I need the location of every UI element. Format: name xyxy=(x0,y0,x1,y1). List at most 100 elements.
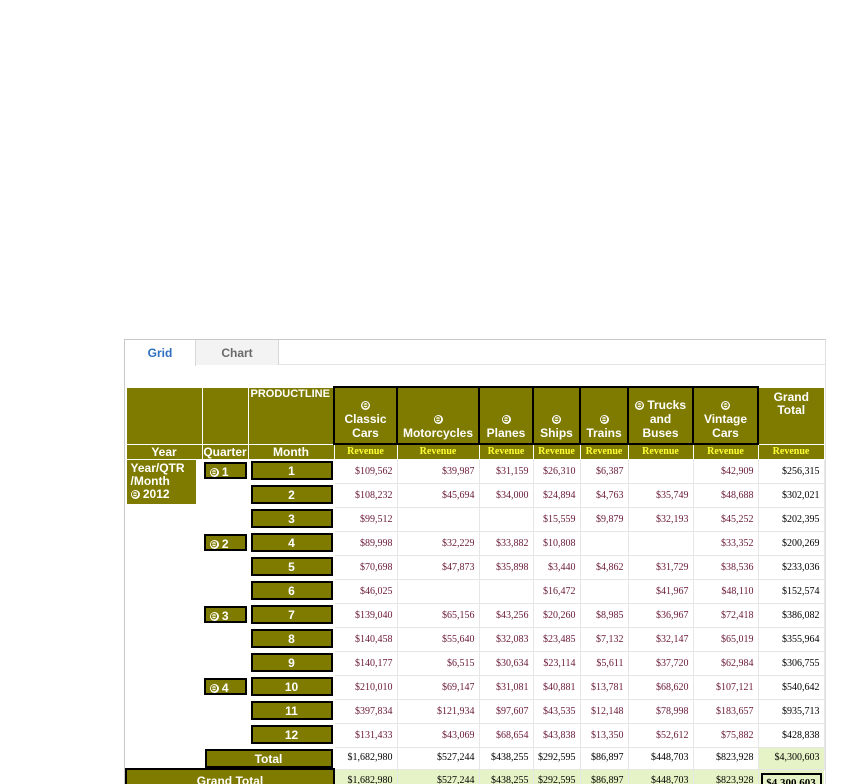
revenue-cell: $8,985 xyxy=(579,603,629,628)
row-grand-total-cell: $386,082 xyxy=(757,603,825,628)
month-cell: 1 xyxy=(247,459,335,484)
productline-column-header[interactable]: ⊖ Ships xyxy=(532,386,581,445)
revenue-cell: $121,934 xyxy=(396,699,480,724)
revenue-cell: $10,808 xyxy=(532,531,581,556)
revenue-cell: $38,536 xyxy=(692,555,759,580)
month-header[interactable]: 6 xyxy=(250,581,333,600)
collapse-icon[interactable]: ⊖ xyxy=(721,401,730,411)
header-spacer-year xyxy=(125,386,203,445)
revenue-cell: $31,081 xyxy=(478,675,534,700)
month-cell: 12 xyxy=(247,723,335,748)
productline-column-header[interactable]: ⊖ Classic Cars xyxy=(333,386,398,445)
revenue-cell: $32,193 xyxy=(627,507,694,532)
grand-total-header-line: Grand xyxy=(773,389,809,404)
month-header[interactable]: 8 xyxy=(250,629,333,648)
collapse-icon[interactable]: ⊖ xyxy=(552,415,561,425)
collapse-icon[interactable]: ⊖ xyxy=(361,401,370,411)
year-total-label: Total xyxy=(204,749,333,768)
collapse-icon[interactable]: ⊖ xyxy=(599,415,609,425)
month-header[interactable]: 10 xyxy=(250,677,333,696)
revenue-cell: $42,909 xyxy=(692,459,759,484)
view-tabs: Grid Chart xyxy=(125,340,825,366)
collapse-icon[interactable]: ⊖ xyxy=(433,415,443,425)
quarter-cell: ⊖ 2 xyxy=(201,531,249,604)
row-grand-total-cell: $935,713 xyxy=(757,699,825,724)
year-collapse-icon[interactable]: ⊖ xyxy=(130,490,140,500)
measure-label: Revenue xyxy=(757,443,825,460)
month-cell: 3 xyxy=(247,507,335,532)
productline-column-header[interactable]: ⊖ Vintage Cars xyxy=(692,386,759,445)
revenue-cell: $4,763 xyxy=(579,483,629,508)
pivot-grid: PRODUCTLINE ⊖ Classic Cars ⊖ Motorcycles ⊖ Plan… xyxy=(125,386,825,784)
column-icon-line: ⊖ xyxy=(582,412,626,426)
row-grand-total-cell: $302,021 xyxy=(757,483,825,508)
productline-column-header[interactable]: ⊖ Trucks and Buses xyxy=(627,386,694,445)
quarter-header[interactable]: ⊖ 1 xyxy=(203,462,247,479)
tab-chart[interactable]: Chart xyxy=(196,340,279,365)
revenue-cell: $210,010 xyxy=(333,675,398,700)
tab-grid[interactable]: Grid xyxy=(125,340,196,366)
column-name-line: Planes xyxy=(486,426,526,440)
month-header[interactable]: 3 xyxy=(250,509,333,528)
quarter-collapse-icon[interactable]: ⊖ xyxy=(209,612,219,622)
revenue-cell: $33,882 xyxy=(478,531,534,556)
quarter-collapse-icon[interactable]: ⊖ xyxy=(209,684,219,694)
revenue-cell: $3,440 xyxy=(532,555,581,580)
month-header[interactable]: 9 xyxy=(250,653,333,672)
productline-column-header[interactable]: ⊖ Planes xyxy=(478,386,534,445)
grand-total-cell: $86,897 xyxy=(579,768,629,784)
year-header[interactable]: Year/QTR/Month ⊖ 2012 xyxy=(127,460,196,504)
measure-label: Revenue xyxy=(692,443,759,460)
month-header[interactable]: 2 xyxy=(250,485,333,504)
revenue-cell: $20,260 xyxy=(532,603,581,628)
revenue-cell: $72,418 xyxy=(692,603,759,628)
quarter-cell: ⊖ 1 xyxy=(201,459,249,532)
revenue-cell: $62,984 xyxy=(692,651,759,676)
month-cell: 7 xyxy=(247,603,335,628)
month-header[interactable]: 11 xyxy=(250,701,333,720)
total-cell: $438,255 xyxy=(478,747,534,770)
revenue-cell: $97,607 xyxy=(478,699,534,724)
month-header[interactable]: 7 xyxy=(250,605,333,624)
revenue-cell: $31,729 xyxy=(627,555,694,580)
revenue-cell: $40,881 xyxy=(532,675,581,700)
month-header[interactable]: 4 xyxy=(250,533,333,552)
grand-total-cell: $823,928 xyxy=(692,768,759,784)
revenue-cell: $16,472 xyxy=(532,579,581,604)
column-name-line: Buses xyxy=(642,426,679,440)
revenue-cell: $35,898 xyxy=(478,555,534,580)
grand-total-label: Grand Total xyxy=(125,768,335,784)
revenue-cell: $26,310 xyxy=(532,459,581,484)
quarter-header[interactable]: ⊖ 3 xyxy=(203,606,247,623)
month-header[interactable]: 12 xyxy=(250,725,333,744)
revenue-cell: $397,834 xyxy=(333,699,398,724)
revenue-cell: $32,229 xyxy=(396,531,480,556)
year-cell: Year/QTR/Month ⊖ 2012 xyxy=(125,459,203,770)
total-cell: $1,682,980 xyxy=(333,747,398,770)
revenue-cell: $109,562 xyxy=(333,459,398,484)
grand-total-cell: $292,595 xyxy=(532,768,581,784)
collapse-icon[interactable]: ⊖ xyxy=(634,401,644,411)
quarter-header[interactable]: ⊖ 2 xyxy=(203,534,247,551)
revenue-cell: $5,611 xyxy=(579,651,629,676)
revenue-cell: $13,350 xyxy=(579,723,629,748)
revenue-cell: $6,387 xyxy=(579,459,629,484)
productline-column-header[interactable]: ⊖ Trains xyxy=(579,386,629,445)
revenue-cell xyxy=(396,507,480,532)
quarter-collapse-icon[interactable]: ⊖ xyxy=(209,468,219,478)
revenue-cell: $30,634 xyxy=(478,651,534,676)
productline-column-header[interactable]: ⊖ Motorcycles xyxy=(396,386,480,445)
collapse-icon[interactable]: ⊖ xyxy=(501,415,511,425)
year-grand-total-cell: $4,300,603 xyxy=(757,747,825,770)
month-header[interactable]: 5 xyxy=(250,557,333,576)
month-cell: 9 xyxy=(247,651,335,676)
grand-total-row: Grand Total $1,682,980 $527,244 $438,255 $29… xyxy=(125,768,825,784)
pivot-report-panel: Grid Chart PRODUCTLINE ⊖ Classic Cars ⊖ Motor… xyxy=(124,339,826,784)
quarter-collapse-icon[interactable]: ⊖ xyxy=(209,540,219,550)
revenue-cell: $107,121 xyxy=(692,675,759,700)
revenue-cell: $12,148 xyxy=(579,699,629,724)
month-header[interactable]: 1 xyxy=(250,461,333,480)
quarter-cell: ⊖ 3 xyxy=(201,603,249,676)
quarter-header[interactable]: ⊖ 4 xyxy=(203,678,247,695)
revenue-cell: $140,458 xyxy=(333,627,398,652)
